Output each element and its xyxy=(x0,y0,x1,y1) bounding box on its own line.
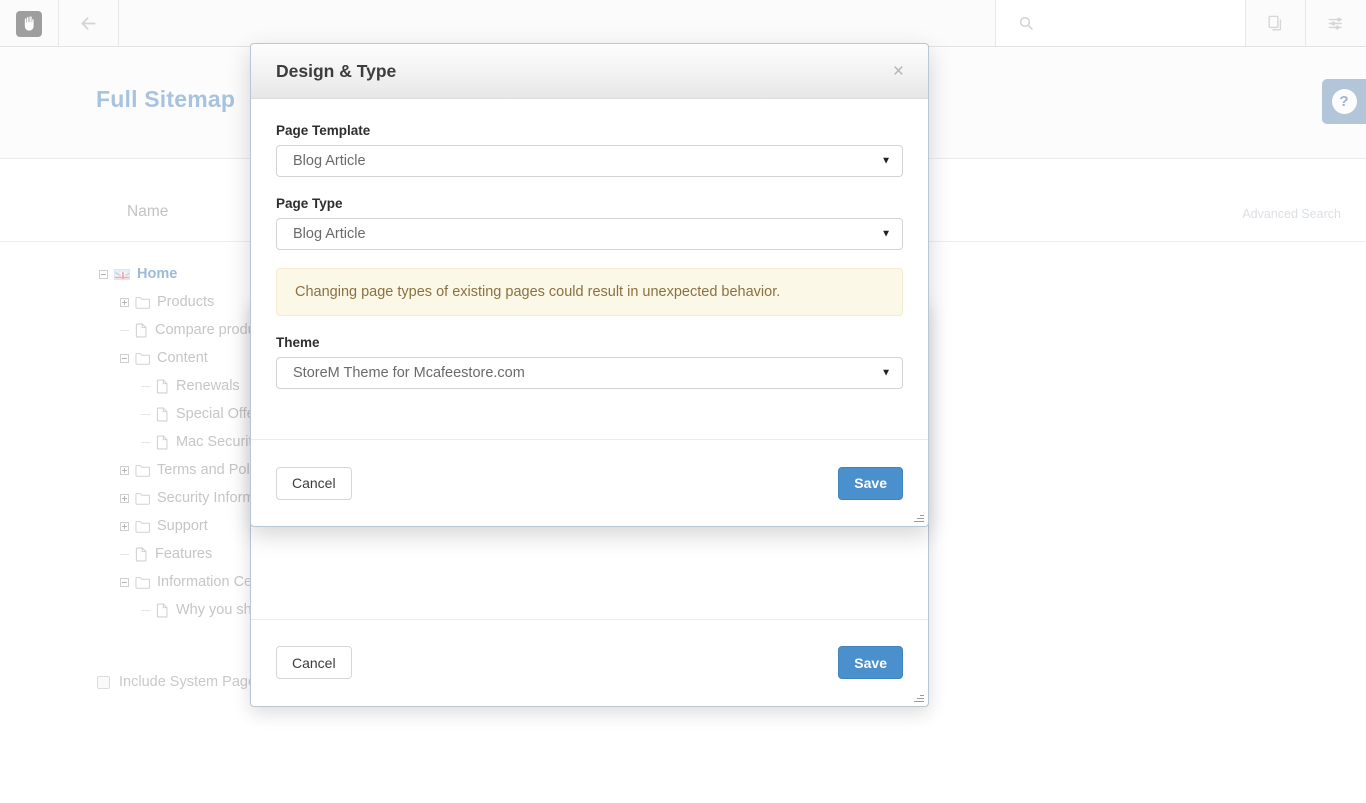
folder-icon xyxy=(135,576,150,589)
chevron-down-icon: ▼ xyxy=(881,155,891,167)
cancel-button[interactable]: Cancel xyxy=(276,466,352,500)
folder-icon xyxy=(135,464,150,477)
sliders-settings-icon xyxy=(1328,17,1342,30)
tree-connector xyxy=(141,438,150,447)
tree-item-label: Mac Security xyxy=(176,434,260,450)
dialog-footer: Cancel Save xyxy=(251,439,928,526)
help-button[interactable]: ? xyxy=(1322,79,1366,124)
theme-value: StoreM Theme for Mcafeestore.com xyxy=(293,365,525,381)
folder-icon-wrap xyxy=(135,576,150,589)
page-title: Full Sitemap xyxy=(96,86,236,112)
chevron-down-icon: ▼ xyxy=(881,228,891,240)
app-logo-button[interactable] xyxy=(0,0,59,47)
page-icon-wrap xyxy=(156,602,169,618)
background-save-button[interactable]: Save xyxy=(838,646,903,679)
background-resize-grip-icon[interactable] xyxy=(913,692,924,703)
page-icon-wrap xyxy=(156,406,169,422)
toolbar-search-field[interactable] xyxy=(996,0,1246,46)
folder-icon-wrap xyxy=(135,492,150,505)
folder-icon xyxy=(135,492,150,505)
include-system-pages-row[interactable]: Include System Pages xyxy=(97,674,263,690)
folder-icon-wrap xyxy=(135,464,150,477)
tree-item-label: Products xyxy=(157,294,215,310)
uk-flag-icon-wrap xyxy=(114,268,130,280)
page-template-select[interactable]: Blog Article ▼ xyxy=(276,145,903,177)
pages-button[interactable] xyxy=(1246,0,1306,47)
dialog-title: Design & Type xyxy=(276,60,397,81)
tree-connector xyxy=(141,382,150,391)
theme-label: Theme xyxy=(276,335,320,350)
back-button[interactable] xyxy=(59,0,119,47)
tree-connector xyxy=(120,550,129,559)
folder-icon xyxy=(135,296,150,309)
app-root: Full Sitemap ? Name Advanced Search Home… xyxy=(0,0,1366,803)
include-system-pages-checkbox[interactable] xyxy=(97,675,110,689)
page-icon-wrap xyxy=(156,434,169,450)
save-button[interactable]: Save xyxy=(838,466,903,500)
page-icon-wrap xyxy=(135,322,148,338)
folder-icon-wrap xyxy=(135,296,150,309)
page-type-value: Blog Article xyxy=(293,226,366,242)
hand-palm-icon xyxy=(16,10,42,37)
tree-item-label: Renewals xyxy=(176,378,240,394)
close-icon[interactable]: × xyxy=(889,60,908,83)
toolbar-spacer xyxy=(119,0,996,46)
page-template-value: Blog Article xyxy=(293,153,366,169)
tree-connector xyxy=(120,326,129,335)
resize-grip-icon[interactable] xyxy=(913,512,924,523)
question-mark-icon: ? xyxy=(1331,89,1357,114)
tree-connector xyxy=(141,410,150,419)
tree-item-label: Features xyxy=(155,546,213,562)
page-type-warning: Changing page types of existing pages co… xyxy=(276,268,903,316)
page-type-label: Page Type xyxy=(276,196,343,211)
tree-toggle-plus-icon[interactable] xyxy=(120,493,129,503)
page-icon xyxy=(156,406,168,422)
back-arrow-icon xyxy=(81,17,96,30)
dialog-header: Design & Type × xyxy=(251,44,928,99)
folder-icon xyxy=(135,352,150,365)
settings-button[interactable] xyxy=(1306,0,1366,47)
page-template-label: Page Template xyxy=(276,123,371,138)
tree-item-label: Home xyxy=(137,266,178,282)
search-input[interactable]: Name xyxy=(127,203,168,221)
folder-icon xyxy=(135,520,150,533)
design-and-type-dialog: Design & Type × Page Template Blog Artic… xyxy=(250,43,929,527)
tree-toggle-minus-icon[interactable] xyxy=(99,269,108,279)
background-dialog-footer: Cancel Save xyxy=(251,619,928,706)
tree-toggle-minus-icon[interactable] xyxy=(120,353,129,363)
theme-select[interactable]: StoreM Theme for Mcafeestore.com ▼ xyxy=(276,357,903,389)
tree-toggle-plus-icon[interactable] xyxy=(120,465,129,475)
page-icon xyxy=(135,546,147,562)
tree-item-label: Support xyxy=(157,518,208,534)
dialog-body: Page Template Blog Article ▼ Page Type B… xyxy=(251,99,928,389)
tree-toggle-minus-icon[interactable] xyxy=(120,577,129,587)
folder-icon-wrap xyxy=(135,352,150,365)
folder-icon-wrap xyxy=(135,520,150,533)
tree-toggle-plus-icon[interactable] xyxy=(120,521,129,531)
page-icon xyxy=(156,434,168,450)
tree-connector xyxy=(141,606,150,615)
page-type-select[interactable]: Blog Article ▼ xyxy=(276,218,903,250)
search-icon xyxy=(1019,16,1033,30)
include-system-pages-label: Include System Pages xyxy=(119,674,264,690)
uk-flag-icon xyxy=(114,268,130,280)
page-icon-wrap xyxy=(135,546,148,562)
page-icon xyxy=(156,602,168,618)
tree-toggle-plus-icon[interactable] xyxy=(120,297,129,307)
tree-item-label: Content xyxy=(157,350,208,366)
page-icon xyxy=(135,322,147,338)
background-cancel-button[interactable]: Cancel xyxy=(276,646,352,679)
page-icon-wrap xyxy=(156,378,169,394)
chevron-down-icon: ▼ xyxy=(881,367,891,379)
copy-pages-icon xyxy=(1268,15,1282,31)
top-toolbar xyxy=(0,0,1366,47)
advanced-search-link[interactable]: Advanced Search xyxy=(1242,207,1341,221)
page-icon xyxy=(156,378,168,394)
